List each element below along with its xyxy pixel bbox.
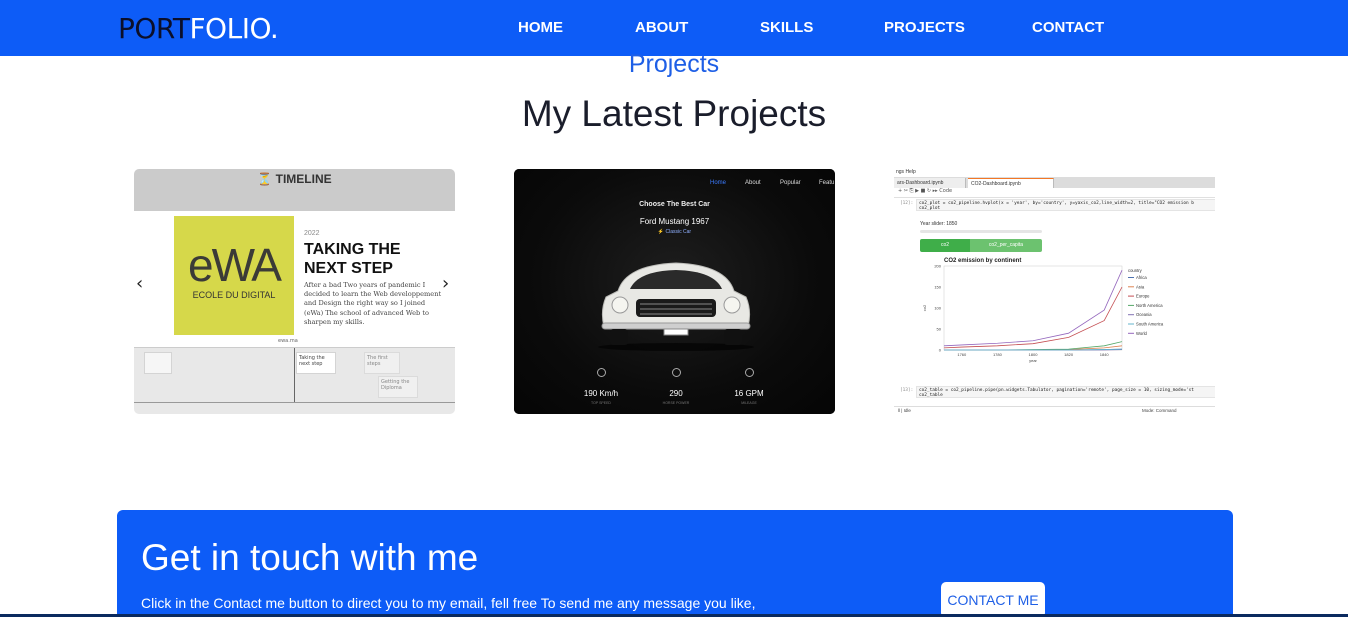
timeline-navigator[interactable]: Taking the next step The first steps Get…	[134, 347, 455, 414]
notebook-tabs: ars-Dashboard.ipynb CO2-Dashboard.ipynb	[894, 177, 1215, 188]
legend-label: Oceania	[1136, 312, 1152, 317]
notebook-status-bar: ll | Idle Mode: Command	[894, 406, 1215, 414]
timeline-axis	[134, 402, 455, 403]
timeline-marker-active[interactable]: Taking the next step	[296, 352, 336, 374]
contact-me-button[interactable]: CONTACT ME	[941, 582, 1045, 617]
year-slider[interactable]	[920, 230, 1042, 233]
contact-section: Get in touch with me Click in the Contac…	[117, 510, 1233, 617]
car-class: ⚡ Classic Car	[657, 229, 692, 235]
y-tick-label: 100	[934, 306, 941, 311]
car-stat-mileage-label: MILEAGE	[741, 401, 757, 405]
timeline-marker-2[interactable]: The first steps	[364, 352, 400, 374]
x-tick-label: 1840	[1100, 352, 1110, 357]
timeline-credit: ewa.ma	[278, 338, 298, 344]
chart-title: CO2 emission by continent	[944, 258, 1021, 264]
x-tick-label: 1820	[1064, 352, 1074, 357]
y-tick-label: 200	[934, 264, 941, 269]
contact-title: Get in touch with me	[141, 537, 479, 578]
project-card-car[interactable]: Home About Popular Featu Choose The Best…	[514, 169, 835, 414]
legend-label: World	[1136, 331, 1148, 336]
timeline-year: 2022	[304, 230, 320, 237]
timeline-prev-arrow[interactable]: ‹	[136, 273, 143, 294]
nav-contact[interactable]: CONTACT	[1032, 19, 1104, 36]
y-tick-label: 50	[937, 327, 942, 332]
brand-part1: PORT	[118, 12, 190, 45]
co2-line-chart[interactable]: CO2 emission by continent 0 50 100 150 200 176…	[920, 254, 1200, 380]
notebook-tab-1[interactable]: ars-Dashboard.ipynb	[894, 178, 966, 188]
notebook-status: ll | Idle	[898, 408, 911, 413]
timeline-marker-3[interactable]: Getting the Diploma	[378, 376, 418, 398]
nav-skills[interactable]: SKILLS	[760, 19, 813, 36]
notebook-tab-2[interactable]: CO2-Dashboard.ipynb	[968, 178, 1054, 188]
navbar: PORTFOLIO. HOME ABOUT SKILLS PROJECTS CO…	[0, 0, 1348, 56]
notebook-prompt-1: [12]:	[900, 201, 914, 206]
series-line-world	[943, 270, 1123, 347]
car-nav-home[interactable]: Home	[710, 180, 726, 186]
contact-text: Click in the Contact me button to direct…	[141, 595, 756, 611]
notebook-mode: Mode: Command	[1142, 408, 1177, 413]
timeline-body: After a bad Two years of pandemic I deci…	[304, 281, 442, 326]
timeline-next-arrow[interactable]: ›	[442, 273, 449, 294]
legend-label: North America	[1136, 303, 1163, 308]
nav-home[interactable]: HOME	[518, 19, 563, 36]
y-axis-label: co2	[922, 304, 927, 311]
co2-per-capita-toggle[interactable]: co2_per_capita	[970, 239, 1042, 252]
brand-part2: FOLIO.	[189, 12, 279, 45]
car-stat-speed: 190 Km/h	[583, 389, 619, 398]
x-tick-label: 1800	[1029, 352, 1039, 357]
legend-title: country	[1128, 268, 1143, 273]
notebook-menu: ngs Help	[896, 169, 916, 175]
timeline-header: ⏳ TIMELINE	[257, 172, 332, 186]
series-line-europe	[943, 286, 1123, 349]
notebook-toolbar[interactable]: + ✂ ⎘ ▶ ■ ↻ ▸▸ Code	[894, 188, 1215, 198]
legend-label: South America	[1136, 322, 1164, 327]
nav-about[interactable]: ABOUT	[635, 19, 688, 36]
car-nav-features[interactable]: Featu	[819, 180, 834, 186]
brand-logo[interactable]: PORTFOLIO.	[118, 11, 279, 47]
projects-title: My Latest Projects	[521, 93, 827, 134]
notebook-code-cell-1[interactable]: co2_plot = co2_pipeline.hvplot(x = 'year…	[916, 199, 1215, 211]
car-choose-heading: Choose The Best Car	[639, 201, 710, 208]
y-tick-label: 150	[934, 285, 941, 290]
notebook-prompt-2: [13]:	[900, 388, 914, 393]
legend-label: Asia	[1136, 284, 1145, 289]
series-line-north-america	[944, 341, 1123, 351]
project-card-timeline[interactable]: ⏳ TIMELINE eWA ECOLE DU DIGITAL 2022 TAK…	[134, 169, 455, 414]
legend-label: Europe	[1136, 294, 1150, 299]
project-card-co2-dashboard[interactable]: ngs Help ars-Dashboard.ipynb CO2-Dashboa…	[894, 169, 1215, 414]
legend-label: Africa	[1136, 275, 1147, 280]
co2-toggle[interactable]: co2	[920, 239, 970, 252]
car-model: Ford Mustang 1967	[639, 217, 710, 226]
timeline-now-line	[294, 348, 295, 402]
chart-frame	[943, 265, 1123, 351]
timeline-headline: TAKING THE NEXT STEP	[304, 241, 401, 277]
nav-projects[interactable]: PROJECTS	[884, 19, 965, 36]
ewa-logo-subtitle: ECOLE DU DIGITAL	[192, 290, 276, 300]
car-stat-speed-label: TOP SPEED	[591, 401, 611, 405]
x-tick-label: 1760	[957, 352, 967, 357]
ewa-logo: eWA ECOLE DU DIGITAL	[174, 216, 294, 335]
x-axis-label: year	[1029, 358, 1037, 363]
projects-kicker: Projects	[628, 50, 720, 78]
car-nav-about[interactable]: About	[745, 180, 761, 186]
ewa-logo-text: eWA	[188, 239, 282, 291]
year-slider-label: Year slider: 1850	[920, 221, 958, 227]
car-image	[598, 262, 754, 351]
car-nav-popular[interactable]: Popular	[780, 180, 801, 186]
y-tick-label: 0	[939, 348, 942, 353]
car-stat-power: 290	[669, 389, 683, 398]
car-stat-power-label: HORSE POWER	[662, 401, 690, 405]
speed-icon	[597, 368, 606, 377]
fuel-icon	[745, 368, 754, 377]
timeline-marker-ghost[interactable]	[144, 352, 172, 374]
car-stat-mileage: 16 GPM	[734, 389, 764, 398]
x-tick-label: 1780	[993, 352, 1003, 357]
power-icon	[672, 368, 681, 377]
notebook-code-cell-2[interactable]: co2_table = co2_pipeline.pipe(pn.widgets…	[916, 386, 1215, 398]
page: PORTFOLIO. HOME ABOUT SKILLS PROJECTS CO…	[0, 0, 1348, 617]
